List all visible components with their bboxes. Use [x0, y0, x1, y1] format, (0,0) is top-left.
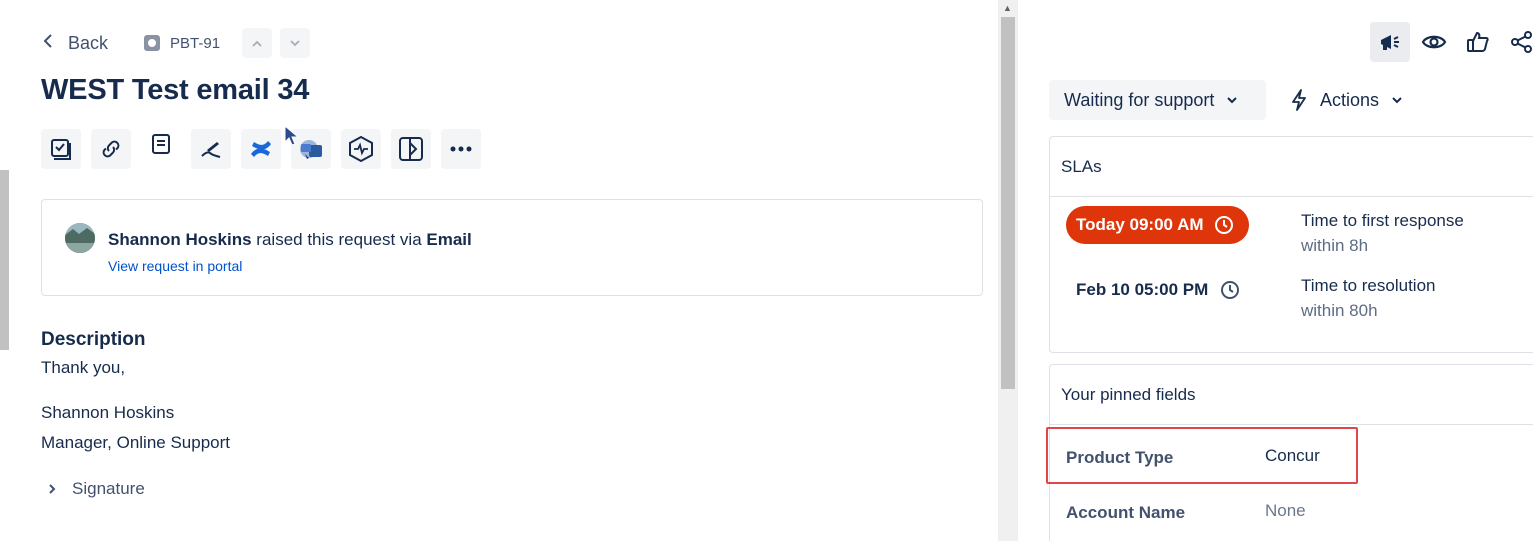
- pinned-fields-heading[interactable]: Your pinned fields: [1050, 365, 1533, 425]
- document-icon: [152, 134, 170, 154]
- request-channel: Email: [426, 230, 472, 249]
- thumbs-up-icon: [1467, 31, 1489, 52]
- chevron-down-icon: [1392, 97, 1402, 104]
- avatar[interactable]: [65, 223, 95, 253]
- status-dropdown[interactable]: Waiting for support: [1049, 80, 1266, 120]
- request-raised-text: Shannon Hoskins raised this request via …: [108, 230, 472, 250]
- description-heading: Description: [41, 329, 146, 350]
- back-button[interactable]: Back: [42, 33, 108, 54]
- checklist-icon: [51, 139, 71, 160]
- slas-heading[interactable]: SLAs: [1050, 137, 1533, 197]
- field-label-account-name: Account Name: [1066, 503, 1186, 522]
- sla-goal: within 80h: [1301, 301, 1378, 320]
- sla-goal: within 8h: [1301, 236, 1369, 255]
- signature-label: Signature: [72, 479, 145, 498]
- health-monitor-button[interactable]: [341, 129, 381, 169]
- notes-button[interactable]: [141, 129, 181, 169]
- sla-time: Feb 10 05:00 PM: [1076, 280, 1209, 299]
- issue-main-column: Back PBT-91 WEST Test email 34 Shannon H…: [12, 0, 998, 541]
- more-icon: [450, 146, 472, 152]
- field-value-account-name[interactable]: None: [1265, 501, 1306, 521]
- actions-dropdown[interactable]: Actions: [1290, 80, 1403, 120]
- clock-icon: [1221, 281, 1240, 299]
- chevron-down-icon: [290, 40, 300, 47]
- main-scrollbar[interactable]: ▲: [998, 0, 1018, 541]
- sla-breach-badge: Today 09:00 AM: [1066, 206, 1249, 244]
- description-line: Shannon Hoskins: [41, 403, 175, 422]
- back-label: Back: [68, 32, 109, 53]
- confluence-button[interactable]: [241, 129, 281, 169]
- status-label: Waiting for support: [1064, 89, 1215, 110]
- left-scroll-thumb[interactable]: [0, 170, 9, 350]
- pen-icon: [201, 142, 221, 158]
- mouse-cursor-icon: [284, 124, 300, 146]
- description-line: Thank you,: [41, 358, 126, 377]
- next-issue-button[interactable]: [280, 28, 311, 58]
- request-origin-card: Shannon Hoskins raised this request via …: [41, 199, 983, 296]
- left-edge-scrollbar[interactable]: ▲: [0, 0, 12, 541]
- issue-key-label: PBT-91: [170, 34, 221, 52]
- sign-button[interactable]: [191, 129, 231, 169]
- reporter-name[interactable]: Shannon Hoskins: [108, 230, 252, 249]
- main-scroll-thumb[interactable]: [1001, 17, 1015, 389]
- previous-issue-button[interactable]: [242, 28, 273, 58]
- chevron-up-icon: [252, 40, 262, 47]
- actions-label: Actions: [1320, 89, 1380, 110]
- confluence-icon: [251, 141, 271, 157]
- scroll-up-arrow-icon[interactable]: ▲: [1003, 3, 1012, 13]
- chevron-left-icon: [42, 33, 54, 54]
- issue-top-bar: Back PBT-91: [42, 28, 311, 58]
- split-view-button[interactable]: [391, 129, 431, 169]
- split-panel-icon: [399, 137, 423, 161]
- feedback-button[interactable]: [1370, 22, 1410, 62]
- sla-name: Time to resolution: [1301, 276, 1436, 295]
- vote-button[interactable]: [1458, 22, 1498, 62]
- more-actions-button[interactable]: [441, 129, 481, 169]
- heartbeat-icon: [349, 135, 373, 163]
- signature-toggle[interactable]: Signature: [48, 479, 145, 499]
- chevron-down-icon: [1227, 97, 1238, 104]
- link-icon: [102, 140, 120, 158]
- add-checklist-button[interactable]: [41, 129, 81, 169]
- watch-button[interactable]: [1414, 22, 1454, 62]
- eye-icon: [1421, 35, 1447, 49]
- issue-action-toolbar: [41, 129, 481, 169]
- share-button[interactable]: [1502, 22, 1533, 62]
- highlight-box: [1046, 427, 1358, 484]
- view-in-portal-link[interactable]: View request in portal: [108, 258, 242, 274]
- sla-time-badge: Feb 10 05:00 PM: [1076, 280, 1240, 300]
- raised-via-text: raised this request via: [251, 230, 427, 249]
- share-icon: [1511, 31, 1532, 53]
- issue-title[interactable]: WEST Test email 34: [41, 74, 309, 107]
- megaphone-icon: [1381, 35, 1399, 50]
- issue-type-icon: [144, 35, 161, 51]
- lightning-icon: [1292, 89, 1306, 111]
- slas-body: Today 09:00 AM Time to first response wi…: [1050, 197, 1533, 352]
- sla-time: Today 09:00 AM: [1076, 215, 1204, 234]
- clock-icon: [1214, 216, 1233, 234]
- slas-panel: SLAs Today 09:00 AM Time to first respon…: [1049, 136, 1533, 353]
- sla-name: Time to first response: [1301, 211, 1464, 230]
- link-issue-button[interactable]: [91, 129, 131, 169]
- issue-header-actions: [1370, 22, 1533, 62]
- issue-key[interactable]: PBT-91: [144, 35, 220, 52]
- description-line: Manager, Online Support: [41, 433, 231, 452]
- chevron-right-icon: [49, 484, 56, 494]
